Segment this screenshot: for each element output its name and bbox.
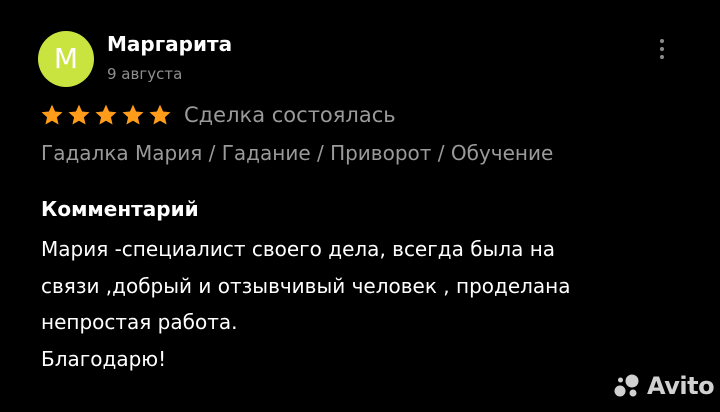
deal-status: Сделка состоялась <box>184 103 396 127</box>
item-breadcrumb[interactable]: Гадалка Мария / Гадание / Приворот / Обу… <box>41 141 553 165</box>
comment-heading: Комментарий <box>41 197 199 221</box>
author-name[interactable]: Маргарита <box>107 32 232 56</box>
star-icon <box>122 104 144 125</box>
avito-watermark: Avito <box>613 370 715 402</box>
comment-line: связи ,добрый и отзывчивый человек , про… <box>41 273 571 298</box>
star-icon <box>95 104 117 125</box>
avatar-letter: M <box>53 42 79 75</box>
comment-line: непростая работа. <box>41 310 238 334</box>
comment-line: Благодарю! <box>41 346 167 371</box>
more-vertical-icon-dot <box>660 47 664 51</box>
star-icon <box>41 104 63 125</box>
avatar[interactable]: M <box>38 31 94 87</box>
star-rating <box>40 103 172 127</box>
review-date: 9 августа <box>107 65 183 83</box>
avito-wordmark: Avito <box>647 372 715 400</box>
comment-body: Мария -специалист своего дела, всегда бы… <box>41 231 681 377</box>
more-vertical-icon-dot <box>660 55 664 59</box>
rating-row: Сделка состоялась <box>40 99 396 131</box>
more-options-button[interactable] <box>650 34 674 64</box>
comment-line: Мария -специалист своего дела, всегда бы… <box>41 237 556 261</box>
star-icon <box>149 104 171 125</box>
star-icon <box>68 104 90 125</box>
more-vertical-icon <box>660 39 664 43</box>
avito-logo-icon <box>614 374 639 397</box>
